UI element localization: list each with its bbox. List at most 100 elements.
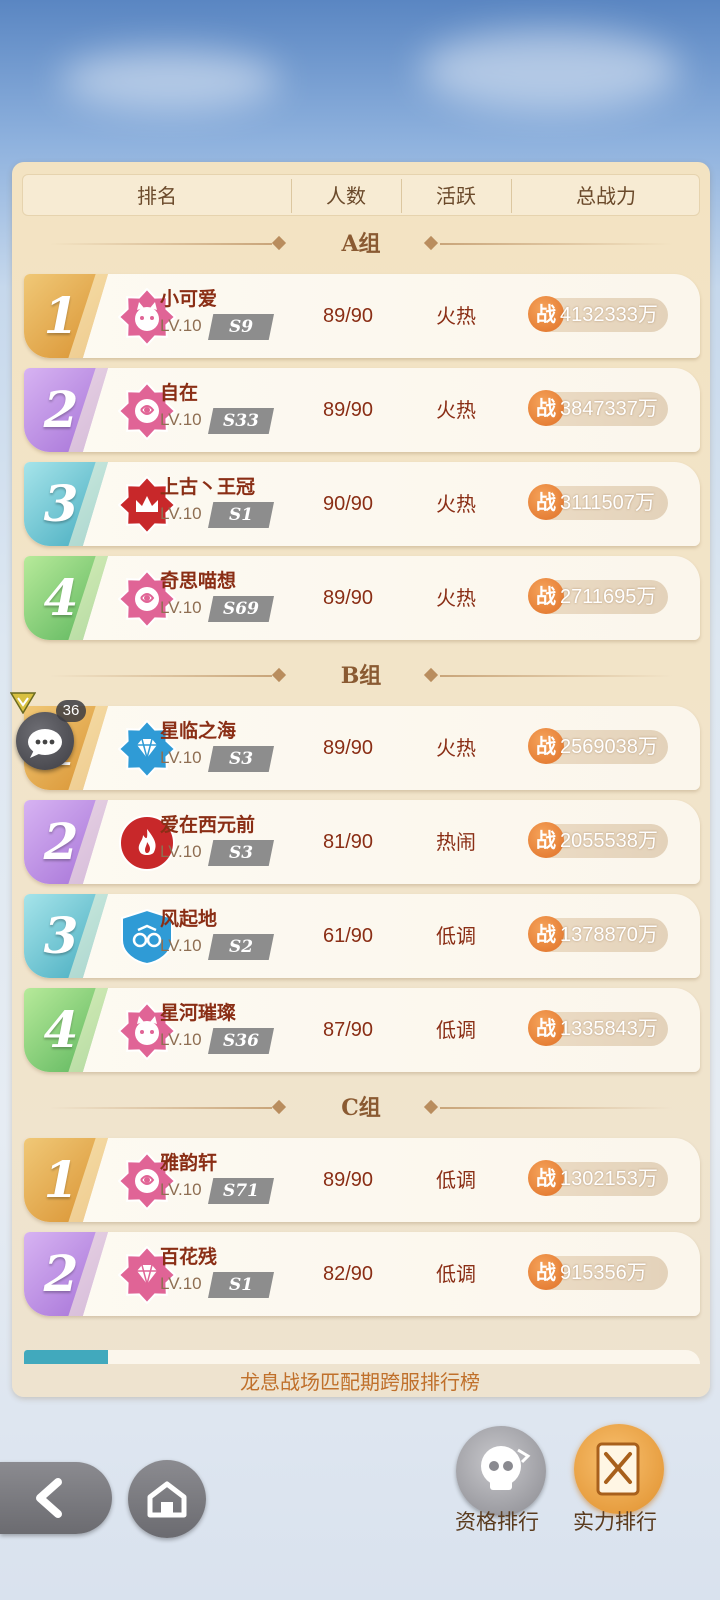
power-pill: 战 2569038万 <box>528 728 668 764</box>
list-item[interactable]: 3 上古丶王冠 LV.10 S1 90/90 火热 战 3111507万 <box>24 462 700 546</box>
guild-name: 自在 <box>160 382 199 404</box>
server-tag: S33 <box>208 408 274 434</box>
guild-name: 奇思喵想 <box>160 570 237 592</box>
guild-level: LV.10 <box>160 504 202 523</box>
divider <box>50 1107 272 1109</box>
divider <box>50 243 272 245</box>
header-members: 人数 <box>326 184 366 208</box>
power-pill: 战 1302153万 <box>528 1160 668 1196</box>
activity-status: 低调 <box>436 1018 476 1042</box>
guild-level: LV.10 <box>160 1030 202 1049</box>
power-icon: 战 <box>528 822 564 858</box>
guild-level: LV.10 <box>160 410 202 429</box>
list-item[interactable]: 1星临之海LV.10S389/90火热战2569038万 <box>24 706 700 790</box>
scroll-sword-icon <box>596 1442 640 1496</box>
rank-number: 4 <box>43 1000 79 1059</box>
rank-number: 2 <box>43 1244 79 1303</box>
guild-name: 百花残 <box>160 1246 218 1268</box>
activity-status: 火热 <box>436 736 476 760</box>
power-icon: 战 <box>528 1160 564 1196</box>
power-pill: 战 2055538万 <box>528 822 668 858</box>
power-pill: 战 3847337万 <box>528 390 668 426</box>
skull-icon <box>481 1446 531 1490</box>
guild-level: LV.10 <box>160 842 202 861</box>
list-item[interactable]: 4 星河璀璨 LV.10 S36 87/90 低调 战 1335843万 <box>24 988 700 1072</box>
member-count: 89/90 <box>322 399 374 421</box>
list-item[interactable]: 2 百花残 LV.10 S1 82/90 低调 战 915356万 <box>24 1232 700 1316</box>
guild-name: 爱在西元前 <box>160 814 256 836</box>
rank-number: 3 <box>43 474 79 533</box>
activity-status: 低调 <box>436 1168 476 1192</box>
header-active: 活跃 <box>436 184 476 208</box>
power-icon: 战 <box>528 916 564 952</box>
divider <box>440 675 672 677</box>
guild-name: 风起地 <box>160 908 218 930</box>
table-header: 排名 人数 活跃 总战力 <box>22 174 700 216</box>
rank-number: 1 <box>43 286 79 345</box>
guild-level: LV.10 <box>160 316 202 335</box>
strength-ranking-button[interactable] <box>574 1424 664 1514</box>
divider <box>440 1107 672 1109</box>
activity-status: 火热 <box>436 398 476 422</box>
guild-name: 上古丶王冠 <box>160 476 256 498</box>
power-value: 2569038万 <box>560 736 658 758</box>
guild-name: 雅韵轩 <box>160 1152 218 1174</box>
group-title-text: B组 <box>340 663 382 689</box>
member-count: 82/90 <box>322 1263 374 1285</box>
strength-ranking-label[interactable]: 实力排行 <box>560 1506 670 1536</box>
divider-ornament <box>271 235 287 251</box>
server-tag: S3 <box>208 746 274 772</box>
group-title-text: C组 <box>341 1095 381 1121</box>
server-tag: S69 <box>208 596 274 622</box>
member-count: 89/90 <box>322 737 374 759</box>
power-icon: 战 <box>528 484 564 520</box>
divider-ornament <box>271 1099 287 1115</box>
guild-name: 小可爱 <box>160 288 218 310</box>
power-value: 3847337万 <box>560 398 658 420</box>
guild-level: LV.10 <box>160 1274 202 1293</box>
activity-status: 热闹 <box>436 830 476 854</box>
header-rank: 排名 <box>137 184 177 208</box>
list-item[interactable]: 4 奇思喵想 LV.10 S69 89/90 火热 战 2711695万 <box>24 556 700 640</box>
header-power: 总战力 <box>576 184 636 208</box>
rank-number: 1 <box>43 1150 79 1209</box>
server-tag: S9 <box>208 314 274 340</box>
divider <box>50 675 272 677</box>
guild-level: LV.10 <box>160 748 202 767</box>
group-title: A组 <box>22 226 700 262</box>
chat-rank-icon <box>9 692 37 715</box>
power-value: 4132333万 <box>560 304 658 326</box>
server-tag: S3 <box>208 840 274 866</box>
rank-number: 2 <box>43 812 79 871</box>
list-item[interactable]: 1 雅韵轩 LV.10 S71 89/90 低调 战 1302153万 <box>24 1138 700 1222</box>
divider <box>440 243 672 245</box>
member-count: 89/90 <box>322 1169 374 1191</box>
list-item[interactable]: 1 小可爱 LV.10 S9 89/90 火热 战 4132333万 <box>24 274 700 358</box>
server-tag: S1 <box>208 1272 274 1298</box>
power-value: 1378870万 <box>560 924 658 946</box>
list-item[interactable]: 3 风起地 LV.10 S2 61/90 低调 战 1378870万 <box>24 894 700 978</box>
power-value: 1335843万 <box>560 1018 658 1040</box>
back-button[interactable] <box>0 1462 112 1534</box>
activity-status: 火热 <box>436 492 476 516</box>
guild-name: 星临之海 <box>160 720 237 742</box>
list-item[interactable]: 2 自在 LV.10 S33 89/90 火热 战 3847337万 <box>24 368 700 452</box>
power-icon: 战 <box>528 1254 564 1290</box>
divider-ornament <box>423 667 439 683</box>
power-pill: 战 4132333万 <box>528 296 668 332</box>
power-icon: 战 <box>528 728 564 764</box>
power-value: 2711695万 <box>560 586 657 608</box>
rank-number: 2 <box>43 380 79 439</box>
qualification-ranking-button[interactable] <box>456 1426 546 1516</box>
activity-status: 低调 <box>436 924 476 948</box>
power-icon: 战 <box>528 390 564 426</box>
list-item[interactable]: 2 爱在西元前 LV.10 S3 81/90 热闹 战 2055538万 <box>24 800 700 884</box>
guild-level: LV.10 <box>160 936 202 955</box>
rank-number: 4 <box>43 568 79 627</box>
qualification-ranking-label[interactable]: 资格排行 <box>442 1506 552 1536</box>
divider-ornament <box>423 1099 439 1115</box>
list-item-partial <box>24 1350 700 1364</box>
home-button[interactable] <box>128 1460 206 1538</box>
server-tag: S1 <box>208 502 274 528</box>
home-icon <box>147 1481 187 1518</box>
